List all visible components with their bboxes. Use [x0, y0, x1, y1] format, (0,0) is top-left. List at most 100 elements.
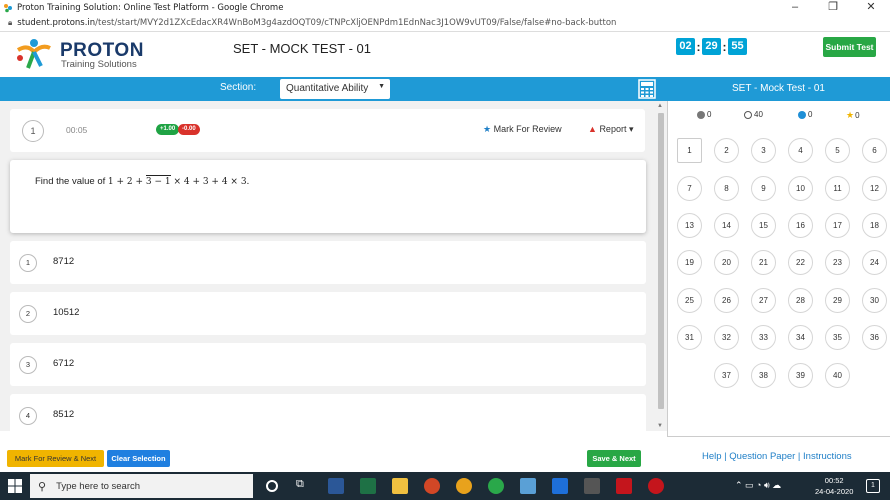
calculator-icon[interactable] — [638, 79, 656, 99]
question-header: 1 00:05 +1.00 -0.00 ★ Mark For Review ▲ … — [10, 109, 645, 152]
scroll-down-icon[interactable]: ▼ — [657, 423, 663, 429]
palette-question-37[interactable]: 37 — [714, 363, 739, 388]
palette-question-2[interactable]: 2 — [714, 138, 739, 163]
palette-question-40[interactable]: 40 — [825, 363, 850, 388]
palette-question-24[interactable]: 24 — [862, 250, 887, 275]
palette-question-11[interactable]: 11 — [825, 176, 850, 201]
palette-question-3[interactable]: 3 — [751, 138, 776, 163]
option-1[interactable]: 1 8712 — [10, 241, 646, 284]
palette-question-7[interactable]: 7 — [677, 176, 702, 201]
option-2[interactable]: 2 10512 — [10, 292, 646, 335]
taskbar-clock[interactable]: 00:52 24-04-2020 — [815, 475, 853, 497]
zoom-icon[interactable] — [552, 478, 568, 494]
taskbar-search[interactable]: ⚲ Type here to search — [30, 474, 253, 498]
question-pane: 1 00:05 +1.00 -0.00 ★ Mark For Review ▲ … — [0, 101, 655, 431]
legend-dot-icon — [744, 110, 752, 119]
palette-question-28[interactable]: 28 — [788, 288, 813, 313]
section-selected-value: Quantitative Ability — [286, 83, 369, 94]
search-placeholder: Type here to search — [56, 480, 141, 492]
palette-question-13[interactable]: 13 — [677, 213, 702, 238]
palette-question-12[interactable]: 12 — [862, 176, 887, 201]
palette-question-39[interactable]: 39 — [788, 363, 813, 388]
palette-question-29[interactable]: 29 — [825, 288, 850, 313]
brand-tagline: Training Solutions — [61, 59, 137, 70]
acrobat-icon[interactable] — [616, 478, 632, 494]
word-icon[interactable] — [328, 478, 344, 494]
section-select[interactable]: Quantitative Ability ▼ — [280, 79, 390, 99]
notification-app-icon[interactable] — [648, 478, 664, 494]
countdown-timer: 02 : 29 : 55 — [676, 38, 747, 55]
palette-question-6[interactable]: 6 — [862, 138, 887, 163]
palette-question-33[interactable]: 33 — [751, 325, 776, 350]
palette-question-22[interactable]: 22 — [788, 250, 813, 275]
legend-not-visited: 40 — [744, 110, 763, 119]
chrome-icon[interactable] — [456, 478, 472, 494]
palette-question-15[interactable]: 15 — [751, 213, 776, 238]
palette-question-32[interactable]: 32 — [714, 325, 739, 350]
proton-favicon-icon — [4, 3, 12, 12]
question-scrollbar[interactable]: ▲ ▼ — [655, 101, 667, 431]
palette-question-26[interactable]: 26 — [714, 288, 739, 313]
option-value: 10512 — [53, 307, 80, 318]
palette-question-36[interactable]: 36 — [862, 325, 887, 350]
app-icon[interactable] — [520, 478, 536, 494]
legend-marked-review: ★ 0 — [846, 110, 860, 120]
timer-hours: 02 — [676, 38, 695, 55]
clear-selection-button[interactable]: Clear Selection — [107, 450, 170, 467]
question-expression: 1 + 2 + 3 − 1 × 4 + 3 + 4 × 3. — [107, 175, 250, 187]
palette-question-19[interactable]: 19 — [677, 250, 702, 275]
scroll-up-icon[interactable]: ▲ — [657, 103, 663, 109]
submit-test-button[interactable]: Submit Test — [823, 37, 876, 57]
cortana-icon[interactable] — [266, 480, 278, 492]
palette-question-4[interactable]: 4 — [788, 138, 813, 163]
system-tray-icons[interactable]: ⌃ ▭ ◔ 🔊︎ ☁ — [735, 480, 781, 491]
option-value: 6712 — [53, 358, 75, 369]
palette-question-18[interactable]: 18 — [862, 213, 887, 238]
palette-question-17[interactable]: 17 — [825, 213, 850, 238]
palette-question-14[interactable]: 14 — [714, 213, 739, 238]
action-center-icon[interactable]: 1 — [866, 479, 880, 493]
option-value: 8512 — [53, 409, 75, 420]
palette-question-25[interactable]: 25 — [677, 288, 702, 313]
palette-question-31[interactable]: 31 — [677, 325, 702, 350]
address-bar[interactable]: 🔒︎ student.protons.in/test/start/MVY2d1Z… — [0, 15, 890, 32]
palette-question-38[interactable]: 38 — [751, 363, 776, 388]
section-label: Section: — [220, 82, 257, 93]
chrome-profile-icon[interactable] — [488, 478, 504, 494]
palette-question-30[interactable]: 30 — [862, 288, 887, 313]
minimize-icon[interactable]: – — [776, 0, 814, 15]
palette-question-1[interactable]: 1 — [677, 138, 702, 163]
close-icon[interactable]: ✕ — [852, 0, 890, 15]
windows-start-icon[interactable] — [8, 479, 22, 493]
lock-icon[interactable]: 🔒︎ — [8, 18, 12, 28]
palette-question-10[interactable]: 10 — [788, 176, 813, 201]
report-label: Report — [599, 124, 627, 134]
scrollbar-thumb[interactable] — [658, 113, 664, 409]
maximize-icon[interactable]: ❐ — [814, 0, 852, 15]
file-explorer-icon[interactable] — [392, 478, 408, 494]
task-view-icon[interactable]: ⧉ — [296, 478, 312, 494]
palette-question-9[interactable]: 9 — [751, 176, 776, 201]
option-4[interactable]: 4 8512 — [10, 394, 646, 431]
option-3[interactable]: 3 6712 — [10, 343, 646, 386]
palette-question-34[interactable]: 34 — [788, 325, 813, 350]
palette-question-27[interactable]: 27 — [751, 288, 776, 313]
calculator-app-icon[interactable] — [584, 478, 600, 494]
palette-question-8[interactable]: 8 — [714, 176, 739, 201]
palette-question-35[interactable]: 35 — [825, 325, 850, 350]
mark-review-next-button[interactable]: Mark For Review & Next — [7, 450, 104, 467]
report-dropdown[interactable]: ▲ Report ▾ — [588, 124, 634, 135]
negative-marks-badge: -0.00 — [178, 124, 200, 135]
palette-question-23[interactable]: 23 — [825, 250, 850, 275]
powerpoint-icon[interactable] — [424, 478, 440, 494]
help-links[interactable]: Help | Question Paper | Instructions — [702, 451, 852, 462]
mark-for-review-link[interactable]: ★ Mark For Review — [483, 124, 562, 135]
palette-question-5[interactable]: 5 — [825, 138, 850, 163]
palette-question-20[interactable]: 20 — [714, 250, 739, 275]
excel-icon[interactable] — [360, 478, 376, 494]
caret-down-icon: ▾ — [628, 124, 634, 134]
search-icon: ⚲ — [38, 480, 47, 493]
palette-question-21[interactable]: 21 — [751, 250, 776, 275]
palette-question-16[interactable]: 16 — [788, 213, 813, 238]
save-next-button[interactable]: Save & Next — [587, 450, 641, 467]
